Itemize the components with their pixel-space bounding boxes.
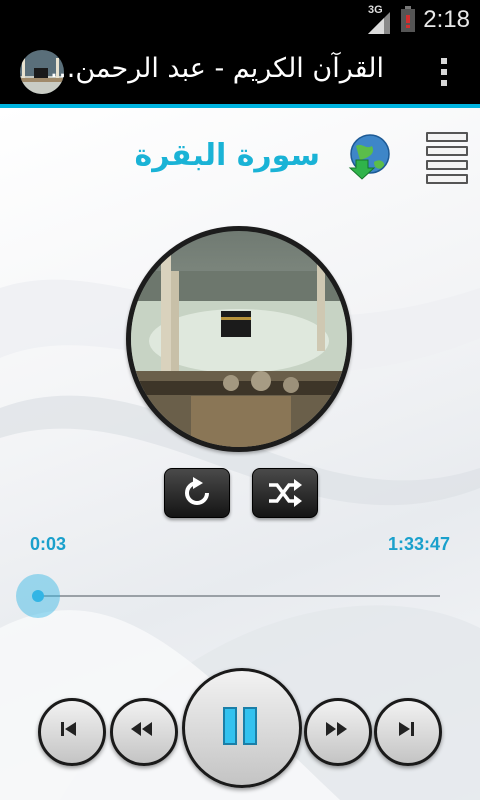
seek-track bbox=[38, 595, 440, 597]
fast-forward-button[interactable] bbox=[304, 698, 372, 766]
battery-icon bbox=[401, 6, 415, 32]
rewind-button[interactable] bbox=[110, 698, 178, 766]
current-time: 0:03 bbox=[30, 534, 67, 554]
app-title: القرآن الكريم - عبد الرحمن... bbox=[49, 53, 384, 84]
fast-forward-icon bbox=[326, 722, 347, 736]
globe-download-icon[interactable] bbox=[346, 132, 394, 180]
seek-thumb[interactable] bbox=[16, 574, 61, 618]
skip-previous-icon bbox=[61, 722, 76, 736]
skip-next-button[interactable] bbox=[374, 698, 442, 766]
pause-button[interactable] bbox=[182, 668, 302, 788]
surah-title: سورة البقرة bbox=[134, 138, 321, 173]
pause-icon bbox=[223, 707, 257, 745]
skip-previous-button[interactable] bbox=[38, 698, 106, 766]
menu-list-icon[interactable] bbox=[426, 132, 468, 184]
total-time: 1:33:47 bbox=[387, 534, 450, 554]
rewind-icon bbox=[131, 722, 152, 736]
shuffle-icon bbox=[269, 479, 302, 507]
kaaba-mecca-image bbox=[126, 226, 352, 452]
repeat-icon bbox=[185, 477, 209, 505]
signal-icon bbox=[368, 12, 390, 34]
player-screen: سورة البقرة 0:03 1:33:47 bbox=[0, 108, 480, 800]
repeat-button[interactable] bbox=[164, 468, 230, 518]
clock: 2:18 bbox=[423, 6, 470, 33]
shuffle-button[interactable] bbox=[252, 468, 318, 518]
seek-bar[interactable] bbox=[16, 572, 442, 620]
status-bar: 3G 2:18 bbox=[0, 0, 480, 40]
skip-next-icon bbox=[399, 722, 414, 736]
action-bar: القرآن الكريم - عبد الرحمن... bbox=[0, 40, 480, 108]
overflow-menu-icon[interactable] bbox=[440, 58, 448, 88]
